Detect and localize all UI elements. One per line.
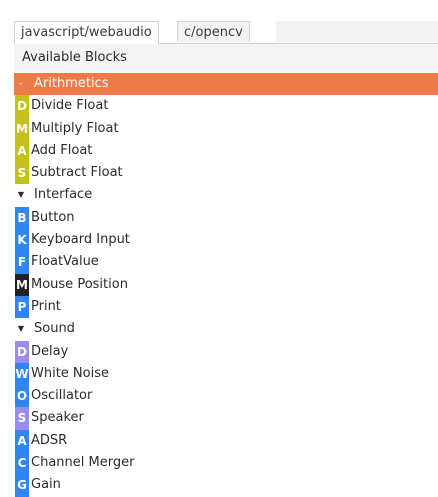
block-label: Oscillator [31,388,93,404]
tab-bar-filler [276,21,438,42]
block-label: Mouse Position [31,276,128,292]
block-label: Keyboard Input [31,232,130,248]
block-multiply-float[interactable]: M Multiply Float [14,117,438,140]
block-type-badge: D [15,95,29,118]
block-keyboard-input[interactable]: K Keyboard Input [14,229,438,252]
block-button[interactable]: B Button [14,206,438,230]
block-type-badge: D [15,340,29,363]
block-label: Divide Float [31,98,109,114]
block-label: Button [31,209,75,225]
tab-bar: javascript/webaudio c/opencv [14,21,438,44]
panel-title: Available Blocks [22,50,127,65]
tab-c-opencv[interactable]: c/opencv [177,21,250,42]
block-mouse-position[interactable]: M Mouse Position [14,273,438,296]
block-label: Channel Merger [31,455,135,471]
category-label: Sound [34,321,75,337]
block-adsr[interactable]: A ADSR [14,429,438,453]
block-type-badge: O [15,385,29,408]
category-label: Interface [34,187,93,203]
block-label: Subtract Float [31,165,123,181]
block-label: White Noise [31,365,109,381]
block-type-badge: P [15,295,29,319]
block-type-badge: C [15,452,29,475]
block-type-badge: F [15,251,29,274]
tab-javascript-webaudio[interactable]: javascript/webaudio [14,21,159,44]
block-tree: - Arithmetics D Divide Float M Multiply Float… [14,73,438,497]
block-add-float[interactable]: A Add Float [14,139,438,163]
collapse-toggle-icon[interactable]: ▼ [14,318,28,340]
block-label: Gain [31,477,61,493]
block-type-badge: M [15,273,29,296]
block-label: Multiply Float [31,120,119,136]
block-type-badge: M [15,117,29,140]
block-label: Delay [31,343,69,359]
block-speaker[interactable]: S Speaker [14,407,438,430]
block-type-badge: A [15,429,29,453]
category-interface[interactable]: ▼ Interface [14,184,438,206]
block-type-badge: A [15,139,29,163]
collapse-toggle-icon[interactable]: ▼ [14,184,28,206]
block-label: Speaker [31,410,84,426]
category-sound[interactable]: ▼ Sound [14,318,438,340]
block-divide-float[interactable]: D Divide Float [14,95,438,118]
category-arithmetics[interactable]: - Arithmetics [14,73,438,96]
collapse-toggle-icon[interactable]: - [14,73,28,95]
tab-label: c/opencv [184,25,243,40]
block-gain[interactable]: G Gain [14,474,438,497]
tab-label: javascript/webaudio [21,25,152,40]
category-label: Arithmetics [34,76,109,91]
block-oscillator[interactable]: O Oscillator [14,385,438,408]
block-type-badge: K [15,229,29,252]
block-type-badge: S [15,162,29,185]
block-subtract-float[interactable]: S Subtract Float [14,162,438,185]
block-type-badge: B [15,206,29,230]
block-type-badge: G [15,474,29,497]
block-type-badge: W [15,362,29,386]
block-label: ADSR [31,432,68,448]
block-white-noise[interactable]: W White Noise [14,362,438,386]
block-floatvalue[interactable]: F FloatValue [14,251,438,274]
block-label: FloatValue [31,254,99,270]
block-type-badge: S [15,407,29,430]
block-channel-merger[interactable]: C Channel Merger [14,452,438,475]
panel-header: Available Blocks [14,44,438,72]
block-label: Add Float [31,142,93,158]
block-print[interactable]: P Print [14,295,438,319]
block-label: Print [31,298,61,314]
block-delay[interactable]: D Delay [14,340,438,363]
